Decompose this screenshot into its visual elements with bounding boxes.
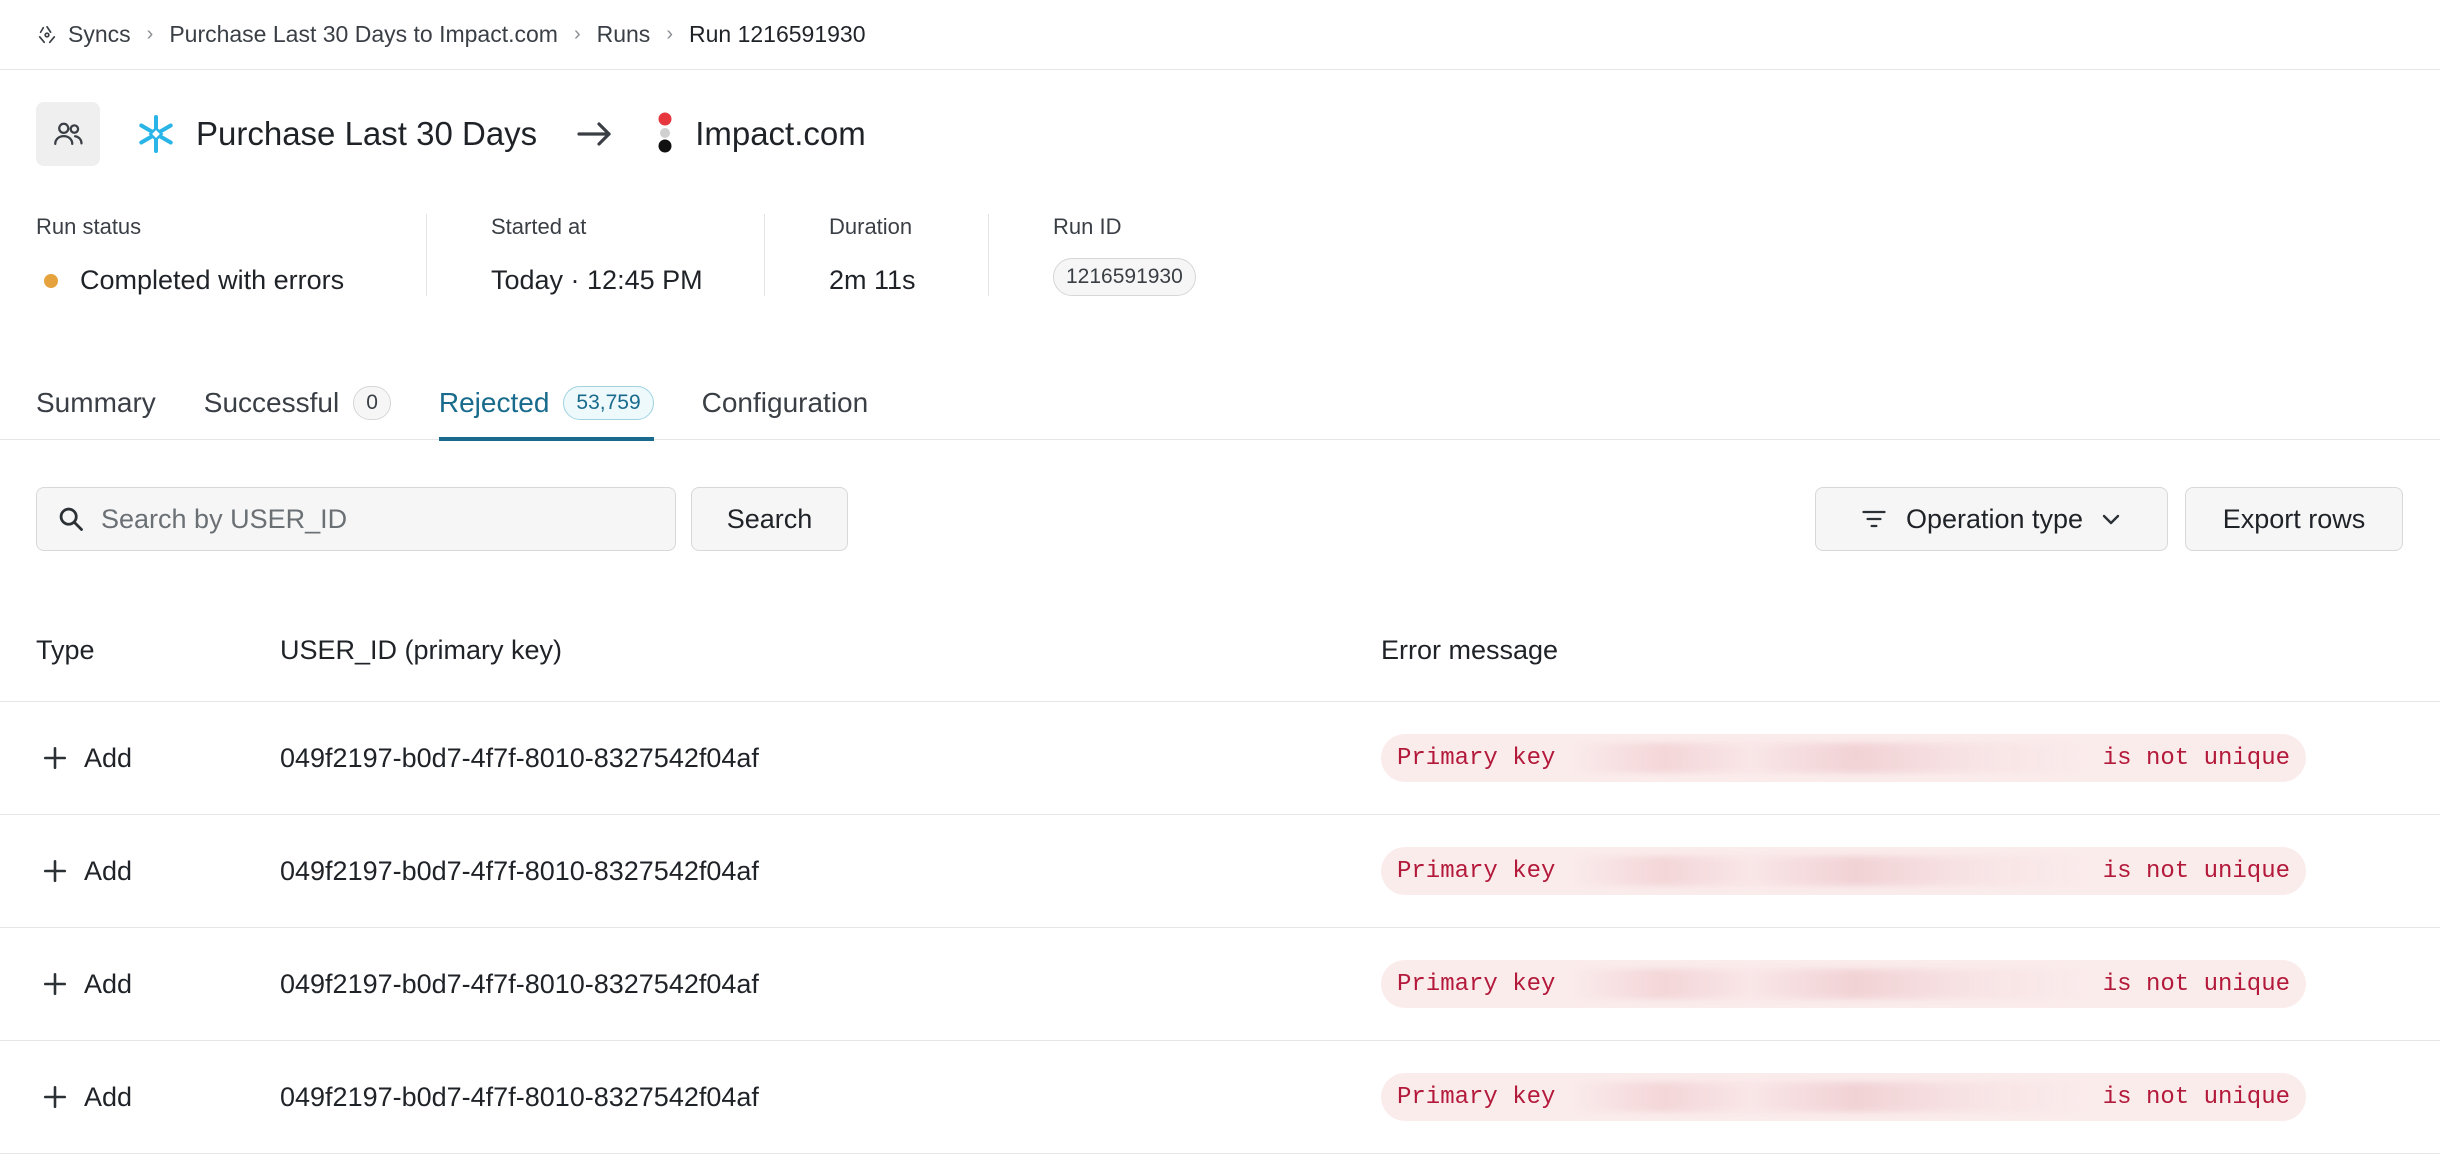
operation-type-label: Operation type	[1905, 503, 2084, 534]
run-status-label: Run status	[36, 214, 142, 239]
plus-icon	[43, 972, 67, 996]
duration: Duration 2m 11s	[764, 214, 988, 296]
filter-icon	[1862, 510, 1886, 528]
breadcrumb-item-current: Run 1216591930	[688, 21, 866, 47]
started-at: Started at Today · 12:45 PM	[426, 214, 764, 296]
run-id-badge[interactable]: 1216591930	[1053, 258, 1196, 296]
run-status-value: Completed with errors	[80, 265, 345, 295]
search-button[interactable]: Search	[691, 487, 848, 551]
table-row[interactable]: Add 049f2197-b0d7-4f7f-8010-8327542f04af…	[0, 815, 2440, 928]
run-id-label: Run ID	[1053, 214, 1122, 239]
error-message: Primary key is not unique	[1381, 1073, 2306, 1121]
row-user-id: 049f2197-b0d7-4f7f-8010-8327542f04af	[280, 968, 759, 999]
breadcrumb-label: Syncs	[68, 21, 131, 47]
row-type: Add	[84, 742, 133, 773]
started-at-label: Started at	[491, 214, 587, 239]
table-row[interactable]: Add 049f2197-b0d7-4f7f-8010-8327542f04af…	[0, 928, 2440, 1041]
sync-header: Purchase Last 30 Days Impact.com	[36, 102, 866, 166]
error-suffix: is not unique	[2102, 970, 2290, 998]
export-rows-button[interactable]: Export rows	[2185, 487, 2403, 551]
column-header-type: Type	[36, 635, 95, 665]
plus-icon	[43, 1085, 67, 1109]
column-header-error: Error message	[1381, 635, 1559, 665]
tab-label: Configuration	[701, 387, 869, 418]
error-message: Primary key is not unique	[1381, 847, 2306, 895]
plus-icon	[43, 746, 67, 770]
redacted-value	[1569, 856, 2089, 886]
search-icon	[59, 507, 83, 531]
row-user-id: 049f2197-b0d7-4f7f-8010-8327542f04af	[280, 1081, 759, 1112]
chevron-down-icon	[2102, 514, 2120, 525]
error-prefix: Primary key	[1397, 744, 1556, 772]
row-type: Add	[84, 855, 133, 886]
table-row[interactable]: Add 049f2197-b0d7-4f7f-8010-8327542f04af…	[0, 1041, 2440, 1154]
status-dot-icon	[44, 273, 58, 288]
error-suffix: is not unique	[2102, 1083, 2290, 1111]
column-header-user-id: USER_ID (primary key)	[280, 635, 563, 665]
breadcrumb: Syncs › Purchase Last 30 Days to Impact.…	[0, 0, 2440, 70]
row-user-id: 049f2197-b0d7-4f7f-8010-8327542f04af	[280, 742, 759, 773]
chevron-right-icon: ›	[146, 23, 154, 45]
redacted-value	[1569, 969, 2089, 999]
audience-icon	[36, 102, 100, 166]
error-prefix: Primary key	[1397, 1083, 1556, 1111]
run-status: Run status Completed with errors	[36, 214, 426, 296]
row-user-id: 049f2197-b0d7-4f7f-8010-8327542f04af	[280, 855, 759, 886]
run-tabs: Summary Successful 0 Rejected 53,759 Con…	[0, 372, 2440, 441]
breadcrumb-item-runs[interactable]: Runs	[597, 21, 651, 48]
tab-label: Summary	[36, 387, 156, 418]
duration-label: Duration	[829, 214, 913, 239]
tab-summary[interactable]: Summary	[36, 372, 156, 440]
redacted-value	[1569, 1082, 2089, 1112]
error-message: Primary key is not unique	[1381, 734, 2306, 782]
started-at-value: Today · 12:45 PM	[491, 265, 703, 295]
error-prefix: Primary key	[1397, 857, 1556, 885]
run-id: Run ID 1216591930	[988, 214, 1236, 296]
table-row[interactable]: Add 049f2197-b0d7-4f7f-8010-8327542f04af…	[0, 702, 2440, 815]
tab-rejected[interactable]: Rejected 53,759	[438, 372, 654, 441]
search-field	[36, 487, 676, 551]
operation-type-dropdown[interactable]: Operation type	[1815, 487, 2168, 551]
chevron-right-icon: ›	[666, 23, 673, 45]
plus-icon	[43, 859, 67, 883]
chevron-right-icon: ›	[573, 23, 581, 45]
redacted-value	[1569, 743, 2089, 773]
error-suffix: is not unique	[2102, 857, 2290, 885]
error-suffix: is not unique	[2102, 744, 2290, 772]
breadcrumb-item-syncs[interactable]: Syncs	[36, 21, 131, 48]
breadcrumb-item-sync[interactable]: Purchase Last 30 Days to Impact.com	[169, 21, 558, 48]
impact-logo-icon	[658, 112, 672, 153]
destination-name[interactable]: Impact.com	[695, 115, 866, 153]
rejected-rows-table: Type USER_ID (primary key) Error message…	[0, 600, 2440, 1154]
arrow-right-icon	[577, 122, 611, 146]
snowflake-icon	[139, 115, 173, 153]
error-message: Primary key is not unique	[1381, 960, 2306, 1008]
sync-icon	[38, 25, 56, 43]
row-type: Add	[84, 1081, 133, 1112]
row-type: Add	[84, 968, 133, 999]
tab-count-badge: 53,759	[563, 386, 654, 420]
table-header: Type USER_ID (primary key) Error message	[0, 600, 2440, 702]
tab-label: Successful	[203, 387, 340, 418]
tab-label: Rejected	[438, 387, 550, 418]
source-model-name[interactable]: Purchase Last 30 Days	[196, 115, 537, 153]
tab-count-badge: 0	[353, 386, 391, 420]
search-input[interactable]	[99, 502, 659, 536]
tab-configuration[interactable]: Configuration	[702, 372, 869, 440]
run-meta: Run status Completed with errors Started…	[36, 214, 1236, 296]
error-prefix: Primary key	[1397, 970, 1556, 998]
tab-successful[interactable]: Successful 0	[204, 372, 391, 440]
duration-value: 2m 11s	[829, 265, 916, 295]
